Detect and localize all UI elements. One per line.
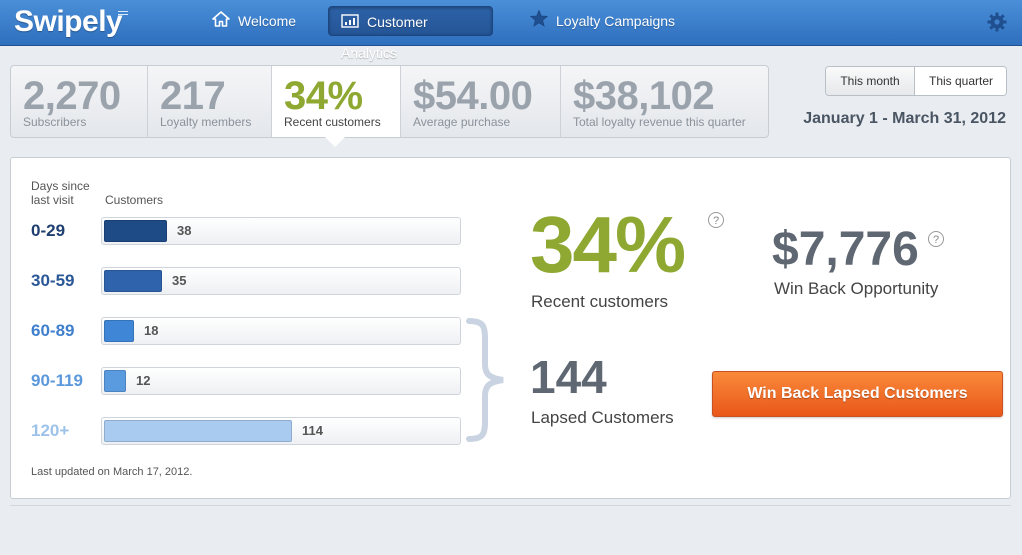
nav-loyalty-campaigns[interactable]: Loyalty Campaigns bbox=[518, 6, 687, 36]
gear-icon[interactable] bbox=[986, 11, 1008, 33]
recency-row-label: 60-89 bbox=[31, 321, 75, 340]
recency-row-label: 30-59 bbox=[31, 271, 75, 290]
help-icon[interactable]: ? bbox=[928, 231, 944, 247]
lapsed-count: 144 bbox=[530, 351, 607, 403]
stat-value: $38,102 bbox=[573, 74, 715, 118]
winback-value: $7,776 bbox=[772, 223, 919, 276]
nav-welcome[interactable]: Welcome bbox=[200, 6, 308, 36]
stat-label: Total loyalty revenue this quarter bbox=[573, 115, 746, 129]
last-updated: Last updated on March 17, 2012. bbox=[31, 466, 193, 478]
nav-welcome-label: Welcome bbox=[238, 13, 297, 29]
recency-bar[interactable] bbox=[104, 370, 126, 392]
stat-recent-customers[interactable]: 34% Recent customers bbox=[272, 66, 401, 137]
stat-average-purchase[interactable]: $54.00 Average purchase bbox=[401, 66, 561, 137]
stat-value: $54.00 bbox=[413, 74, 533, 118]
winback-label: Win Back Opportunity bbox=[774, 279, 939, 298]
recency-row-label: 0-29 bbox=[31, 221, 66, 240]
help-icon[interactable]: ? bbox=[708, 212, 724, 228]
recency-bar[interactable] bbox=[104, 320, 134, 342]
lapsed-bracket bbox=[465, 318, 509, 442]
stat-label: Loyalty members bbox=[160, 115, 252, 129]
recency-row-label: 90-119 bbox=[31, 371, 83, 390]
stat-total-loyalty-revenue[interactable]: $38,102 Total loyalty revenue this quart… bbox=[561, 66, 768, 137]
stat-label: Recent customers bbox=[284, 115, 381, 129]
panel-divider bbox=[10, 501, 1011, 506]
stat-label: Subscribers bbox=[23, 115, 87, 129]
logo-lines-icon bbox=[118, 11, 128, 18]
recency-bar-value: 12 bbox=[136, 373, 151, 388]
recency-bar-value: 18 bbox=[144, 323, 159, 338]
top-nav-bar: Swipely Welcome Customer Analytics Loyal… bbox=[0, 0, 1022, 61]
win-back-button[interactable]: Win Back Lapsed Customers bbox=[712, 371, 1003, 417]
stats-tabs: 2,270 Subscribers 217 Loyalty members 34… bbox=[10, 65, 769, 138]
stat-value: 217 bbox=[160, 74, 226, 118]
recency-bar-value: 114 bbox=[302, 423, 323, 438]
stat-value: 2,270 bbox=[23, 74, 121, 118]
stat-subscribers[interactable]: 2,270 Subscribers bbox=[11, 66, 148, 137]
chart-icon bbox=[341, 8, 359, 38]
recent-percent: 34% bbox=[530, 200, 686, 289]
recency-bar[interactable] bbox=[104, 420, 292, 442]
this-quarter-button[interactable]: This quarter bbox=[915, 67, 1006, 95]
home-icon bbox=[212, 7, 230, 37]
recency-bar-track bbox=[101, 367, 461, 395]
recency-row-label: 120+ bbox=[31, 421, 70, 440]
date-range: January 1 - March 31, 2012 bbox=[803, 110, 1006, 127]
active-tab-pointer bbox=[325, 137, 345, 147]
recency-bar[interactable] bbox=[104, 220, 167, 242]
recency-bar[interactable] bbox=[104, 270, 162, 292]
stat-value: 34% bbox=[284, 74, 363, 118]
recency-bar-value: 35 bbox=[172, 273, 187, 288]
nav-customer-analytics[interactable]: Customer Analytics bbox=[328, 6, 493, 61]
period-toggle: This month This quarter bbox=[825, 66, 1007, 96]
stat-loyalty-members[interactable]: 217 Loyalty members bbox=[148, 66, 272, 137]
recency-bar-value: 38 bbox=[177, 223, 192, 238]
col-customers-header: Customers bbox=[105, 193, 164, 207]
lapsed-label: Lapsed Customers bbox=[531, 408, 674, 427]
stat-label: Average purchase bbox=[413, 115, 511, 129]
star-icon bbox=[529, 7, 549, 37]
col-days-header: Days since last visit bbox=[31, 179, 90, 207]
swipely-logo[interactable]: Swipely bbox=[14, 5, 123, 39]
this-month-button[interactable]: This month bbox=[826, 67, 915, 95]
recent-label: Recent customers bbox=[531, 292, 668, 311]
nav-loyalty-label: Loyalty Campaigns bbox=[556, 13, 676, 29]
